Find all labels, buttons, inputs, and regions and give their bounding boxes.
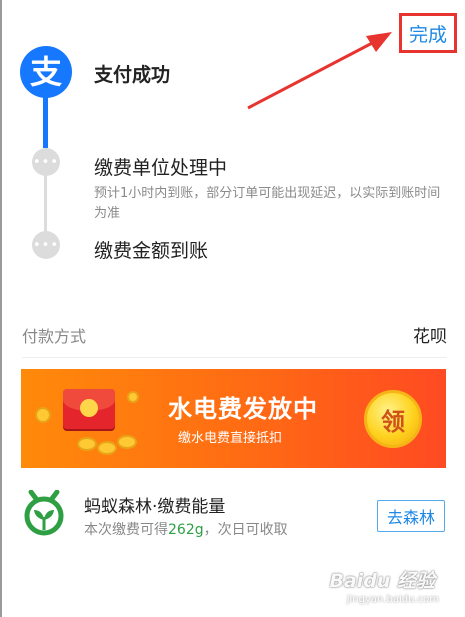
baidu-watermark-url: jingyan.baidu.com	[346, 594, 439, 605]
step-title-processing: 缴费单位处理中	[94, 157, 228, 179]
ant-forest-sprout-icon	[24, 490, 64, 536]
promo-banner[interactable]: 水电费发放中 缴水电费直接抵扣 领	[21, 369, 446, 468]
coin-icon	[77, 437, 97, 451]
step-title-paid: 支付成功	[94, 64, 171, 86]
timeline-progress-line	[43, 96, 48, 148]
payment-method-value: 花呗	[413, 327, 447, 347]
banner-subtitle: 缴水电费直接抵扣	[178, 431, 283, 446]
step-desc-processing: 预计1小时内到账，部分订单可能出现延迟，以实际到账时间为准	[94, 186, 441, 221]
done-button[interactable]: 完成	[399, 13, 457, 53]
divider	[22, 357, 447, 358]
coin-icon	[117, 435, 137, 449]
forest-energy-title: 蚂蚁森林·缴费能量	[84, 497, 226, 517]
energy-amount: 262g	[168, 522, 204, 538]
payment-method-label: 付款方式	[22, 327, 87, 346]
coin-icon	[35, 407, 51, 423]
coin-icon	[97, 441, 117, 455]
red-packet-seal	[80, 399, 98, 417]
timeline-pending-dot-icon: •••	[32, 231, 60, 259]
claim-coin-button[interactable]: 领	[364, 390, 422, 448]
step-title-credited: 缴费金额到账	[94, 240, 209, 262]
window-edge	[0, 0, 2, 617]
forest-energy-desc: 本次缴费可得262g，次日可收取	[84, 522, 288, 538]
timeline-pending-dot-icon: •••	[32, 148, 60, 176]
alipay-logo-icon: 支	[20, 46, 72, 98]
banner-title: 水电费发放中	[168, 395, 318, 423]
coin-icon	[127, 391, 139, 403]
go-to-forest-button[interactable]: 去森林	[377, 500, 445, 532]
baidu-watermark-logo: Baidu 经验	[329, 570, 435, 592]
